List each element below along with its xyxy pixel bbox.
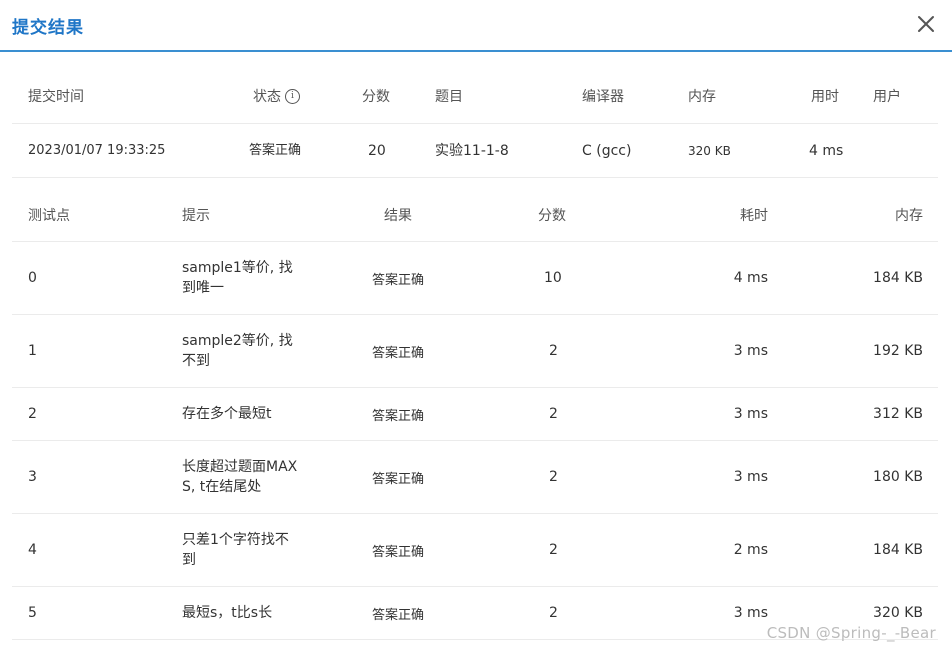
header-score: 分数 [362, 89, 390, 105]
case-hint: 只差1个字符找不到 [182, 532, 289, 568]
compiler-value: C (gcc) [582, 143, 632, 159]
header-case-score: 分数 [538, 208, 566, 224]
case-result: 答案正确 [372, 408, 425, 424]
case-score: 2 [549, 469, 558, 485]
memory-value: 320 KB [688, 144, 731, 158]
case-id: 3 [28, 469, 37, 485]
case-result: 答案正确 [372, 607, 425, 623]
dialog-header: 提交结果 [0, 0, 952, 52]
case-hint: sample1等价, 找到唯一 [182, 260, 293, 296]
case-result: 答案正确 [372, 272, 425, 288]
case-score: 2 [549, 343, 558, 359]
case-id: 0 [28, 270, 37, 286]
status-badge: 答案正确 [249, 143, 302, 158]
close-icon[interactable] [916, 14, 936, 34]
summary-data-row: 2023/01/07 19:33:25 答案正确 20 实验11-1-8 C (… [12, 124, 938, 178]
watermark: CSDN @Spring-_-Bear [766, 624, 936, 642]
submit-time: 2023/01/07 19:33:25 [28, 143, 166, 158]
header-status: 状态 i [253, 70, 300, 124]
table-row: 3 长度超过题面MAXS, t在结尾处 答案正确 2 3 ms 180 KB [12, 441, 938, 514]
header-memory: 内存 [688, 89, 716, 105]
case-time: 3 ms [733, 406, 768, 422]
table-row: 0 sample1等价, 找到唯一 答案正确 10 4 ms 184 KB [12, 242, 938, 315]
submission-summary-table: 提交时间 状态 i 分数 题目 编译器 内存 用时 用户 2023/01/07 1… [12, 70, 938, 178]
case-id: 4 [28, 542, 37, 558]
case-time: 2 ms [733, 542, 768, 558]
case-score: 2 [549, 542, 558, 558]
case-memory: 180 KB [873, 469, 923, 485]
submission-result-dialog: 提交结果 提交时间 状态 i 分数 题目 编译器 内存 用时 用户 2023/01… [0, 0, 952, 652]
case-hint: sample2等价, 找不到 [182, 333, 293, 369]
case-score: 2 [549, 406, 558, 422]
case-score: 10 [544, 270, 562, 286]
case-memory: 192 KB [873, 343, 923, 359]
header-case-id: 测试点 [28, 208, 70, 224]
case-result: 答案正确 [372, 471, 425, 487]
case-time: 3 ms [733, 469, 768, 485]
summary-header-row: 提交时间 状态 i 分数 题目 编译器 内存 用时 用户 [12, 70, 938, 124]
case-result: 答案正确 [372, 544, 425, 560]
case-hint: 存在多个最短t [182, 406, 272, 422]
header-submit-time: 提交时间 [28, 89, 84, 105]
case-score: 2 [549, 605, 558, 621]
header-case-memory: 内存 [895, 208, 923, 224]
case-memory: 184 KB [873, 542, 923, 558]
problem-link[interactable]: 实验11-1-8 [435, 124, 509, 178]
case-time: 4 ms [733, 270, 768, 286]
table-row: 1 sample2等价, 找不到 答案正确 2 3 ms 192 KB [12, 315, 938, 388]
header-duration: 用时 [811, 89, 839, 105]
case-header-row: 测试点 提示 结果 分数 耗时 内存 [12, 189, 938, 242]
header-time: 耗时 [740, 208, 768, 224]
case-id: 1 [28, 343, 37, 359]
test-case-table: 测试点 提示 结果 分数 耗时 内存 0 sample1等价, 找到唯一 答案正… [12, 189, 938, 640]
duration-value: 4 ms [809, 143, 844, 159]
case-hint: 最短s，t比s长 [182, 605, 273, 621]
table-row: 2 存在多个最短t 答案正确 2 3 ms 312 KB [12, 388, 938, 441]
case-time: 3 ms [733, 605, 768, 621]
table-row: 4 只差1个字符找不到 答案正确 2 2 ms 184 KB [12, 514, 938, 587]
score-value: 20 [368, 143, 386, 159]
case-result: 答案正确 [372, 345, 425, 361]
case-id: 2 [28, 406, 37, 422]
header-user: 用户 [873, 89, 901, 105]
header-result: 结果 [384, 208, 412, 224]
header-compiler: 编译器 [582, 89, 624, 105]
case-hint: 长度超过题面MAXS, t在结尾处 [182, 459, 298, 495]
info-icon[interactable]: i [285, 88, 300, 104]
header-problem: 题目 [435, 89, 463, 105]
header-hint: 提示 [182, 208, 210, 224]
case-memory: 184 KB [873, 270, 923, 286]
case-time: 3 ms [733, 343, 768, 359]
dialog-title: 提交结果 [12, 18, 84, 38]
case-id: 5 [28, 605, 37, 621]
case-memory: 312 KB [873, 406, 923, 422]
header-status-label: 状态 [253, 89, 281, 105]
